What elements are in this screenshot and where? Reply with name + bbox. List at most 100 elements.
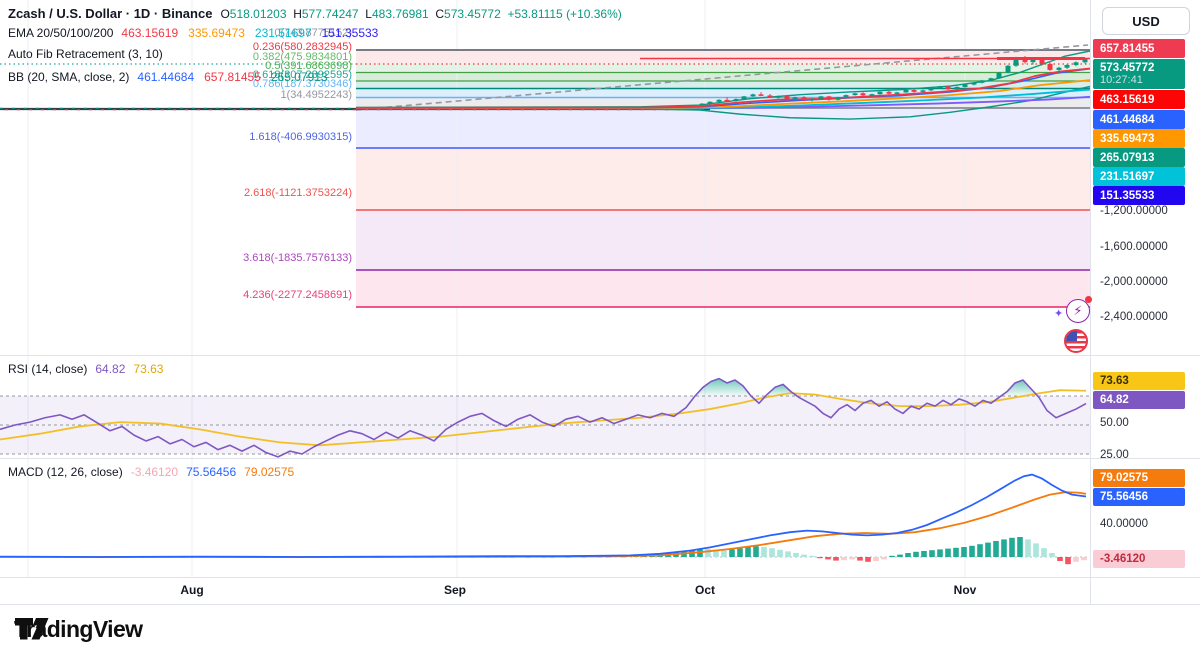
macd-hist-bar[interactable] — [1049, 553, 1055, 557]
currency-usd-button[interactable]: USD — [1102, 7, 1190, 35]
macd-hist-bar[interactable] — [1001, 539, 1007, 557]
candle-body[interactable] — [895, 92, 900, 94]
candle-body[interactable] — [810, 99, 815, 101]
candle-body[interactable] — [955, 87, 960, 89]
macd-hist-bar[interactable] — [745, 547, 751, 557]
candle-body[interactable] — [921, 90, 926, 92]
macd-hist-bar[interactable] — [825, 557, 831, 559]
candle-body[interactable] — [751, 94, 756, 96]
candle-body[interactable] — [819, 96, 824, 98]
macd-hist-bar[interactable] — [969, 546, 975, 557]
macd-hist-bar[interactable] — [977, 544, 983, 557]
candle-body[interactable] — [1006, 66, 1011, 73]
candle-body[interactable] — [776, 96, 781, 98]
candle-body[interactable] — [725, 100, 730, 102]
macd-hist-bar[interactable] — [881, 557, 887, 559]
macd-hist-bar[interactable] — [953, 548, 959, 557]
separator-rsi-top[interactable] — [0, 355, 1200, 356]
macd-hist-bar[interactable] — [1041, 548, 1047, 557]
autofib-legend-row[interactable]: Auto Fib Retracement (3, 10) — [8, 47, 163, 61]
macd-hist-bar[interactable] — [809, 556, 815, 557]
candle-body[interactable] — [785, 96, 790, 99]
candle-body[interactable] — [700, 104, 705, 106]
macd-line[interactable] — [0, 475, 1086, 557]
candle-body[interactable] — [904, 90, 909, 92]
macd-hist-bar[interactable] — [873, 557, 879, 561]
macd-hist-bar[interactable] — [793, 553, 799, 557]
candle-body[interactable] — [963, 85, 968, 87]
macd-signal-line[interactable] — [0, 492, 1086, 557]
candle-body[interactable] — [997, 73, 1002, 79]
us-economic-event-icon[interactable] — [1064, 329, 1088, 353]
macd-hist-bar[interactable] — [817, 557, 823, 558]
macd-hist-bar[interactable] — [1025, 539, 1031, 557]
candle-body[interactable] — [844, 95, 849, 97]
macd-hist-bar[interactable] — [857, 557, 863, 561]
chart-canvas[interactable] — [0, 0, 1090, 604]
macd-hist-bar[interactable] — [753, 546, 759, 557]
candle-body[interactable] — [759, 94, 764, 96]
macd-hist-bar[interactable] — [1073, 557, 1079, 562]
candle-body[interactable] — [742, 96, 747, 99]
macd-hist-bar[interactable] — [705, 549, 711, 557]
macd-hist-bar[interactable] — [1033, 543, 1039, 557]
candle-body[interactable] — [870, 94, 875, 96]
candle-body[interactable] — [989, 78, 994, 80]
macd-hist-bar[interactable] — [777, 550, 783, 557]
candle-body[interactable] — [946, 86, 951, 89]
candle-body[interactable] — [768, 95, 773, 97]
macd-hist-bar[interactable] — [937, 549, 943, 557]
macd-hist-bar[interactable] — [865, 557, 871, 562]
candle-body[interactable] — [861, 93, 866, 95]
macd-hist-bar[interactable] — [1009, 538, 1015, 557]
symbol-title[interactable]: Zcash / U.S. Dollar · 1D · Binance — [8, 6, 212, 21]
bb-legend-row[interactable]: BB (20, SMA, close, 2) 461.44684657.8145… — [8, 70, 338, 84]
macd-hist-bar[interactable] — [1017, 537, 1023, 557]
macd-hist-bar[interactable] — [1057, 557, 1063, 561]
macd-hist-bar[interactable] — [761, 547, 767, 557]
candle-body[interactable] — [708, 102, 713, 104]
macd-hist-bar[interactable] — [913, 552, 919, 557]
macd-hist-bar[interactable] — [929, 550, 935, 557]
candle-body[interactable] — [929, 88, 934, 90]
candle-body[interactable] — [1074, 62, 1079, 65]
flash-news-event-icon[interactable]: ✦ ⚡ — [1066, 299, 1090, 323]
macd-hist-bar[interactable] — [841, 557, 847, 560]
macd-hist-bar[interactable] — [849, 557, 855, 559]
macd-hist-bar[interactable] — [785, 551, 791, 557]
candle-body[interactable] — [734, 99, 739, 101]
macd-legend-row[interactable]: MACD (12, 26, close) -3.46120 75.56456 7… — [8, 465, 294, 479]
tradingview-logo[interactable]: TradingView — [14, 616, 142, 643]
macd-hist-bar[interactable] — [889, 556, 895, 557]
separator-macd-top[interactable] — [0, 458, 1200, 459]
macd-hist-bar[interactable] — [737, 548, 743, 557]
candle-body[interactable] — [1048, 64, 1053, 70]
macd-hist-bar[interactable] — [1065, 557, 1071, 564]
candle-body[interactable] — [878, 92, 883, 94]
candle-body[interactable] — [1065, 65, 1070, 68]
macd-hist-bar[interactable] — [961, 547, 967, 557]
macd-hist-bar[interactable] — [801, 555, 807, 557]
candle-body[interactable] — [980, 80, 985, 82]
macd-hist-bar[interactable] — [945, 549, 951, 557]
macd-hist-bar[interactable] — [985, 543, 991, 557]
rsi-legend-row[interactable]: RSI (14, close) 64.82 73.63 — [8, 362, 163, 376]
macd-hist-bar[interactable] — [769, 548, 775, 557]
candle-body[interactable] — [836, 97, 841, 100]
candle-body[interactable] — [1057, 68, 1062, 70]
candle-body[interactable] — [802, 97, 807, 100]
macd-hist-bar[interactable] — [993, 541, 999, 557]
candle-body[interactable] — [972, 83, 977, 85]
candle-body[interactable] — [938, 86, 943, 88]
candle-body[interactable] — [827, 96, 832, 99]
macd-hist-bar[interactable] — [1081, 557, 1087, 560]
macd-hist-bar[interactable] — [833, 557, 839, 561]
candle-body[interactable] — [793, 97, 798, 99]
macd-hist-bar[interactable] — [729, 549, 735, 557]
candle-body[interactable] — [717, 100, 722, 102]
macd-hist-bar[interactable] — [897, 555, 903, 557]
macd-hist-bar[interactable] — [905, 553, 911, 557]
macd-hist-bar[interactable] — [721, 551, 727, 557]
candle-body[interactable] — [912, 90, 917, 92]
ema-legend-row[interactable]: EMA 20/50/100/200 463.15619335.69473231.… — [8, 26, 388, 40]
